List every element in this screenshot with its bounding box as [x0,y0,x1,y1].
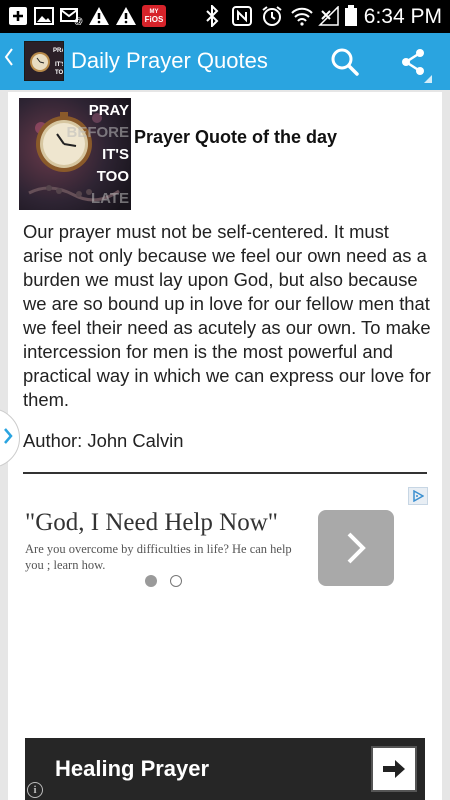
search-icon[interactable] [324,41,366,83]
share-icon[interactable] [392,41,434,83]
plus-icon [8,6,28,26]
carousel-dot-active[interactable] [145,575,157,587]
ad-body[interactable]: Are you overcome by difficulties in life… [25,541,305,573]
email-icon: @ [60,6,84,26]
image-icon [34,6,54,26]
adchoices-icon[interactable] [408,487,428,505]
divider [23,472,427,474]
image-word: LATE [90,190,129,207]
alert-icon [88,6,110,26]
image-word: PRAY [88,102,129,119]
app-logo-icon[interactable]: PRAY IT'S TOO [24,41,64,81]
image-word: BEFORE [66,124,129,141]
no-signal-icon [318,6,340,26]
svg-text:@: @ [74,16,83,25]
quote-image: PRAY BEFORE IT'S TOO LATE [19,98,131,210]
carousel-dot[interactable] [170,575,182,587]
wifi-icon [290,6,314,26]
banner-go-button[interactable] [371,746,417,792]
chevron-right-icon [3,425,13,451]
banner-ad[interactable]: Healing Prayer i [25,738,425,800]
bluetooth-icon [205,5,219,27]
banner-label[interactable]: Healing Prayer [55,756,209,782]
quote-text: Our prayer must not be self-centered. It… [23,221,431,410]
ad-next-button[interactable] [318,510,394,586]
image-word: IT'S [102,146,129,163]
alert-icon [115,6,137,26]
quote-card: PRAY BEFORE IT'S TOO LATE Prayer Quote o… [8,92,442,800]
alarm-icon [261,6,283,26]
info-icon[interactable]: i [27,782,43,798]
svg-text:PRAY: PRAY [53,48,64,54]
status-bar: @ MY FiOS 6:34 PM [0,0,450,33]
fios-app-icon: MY FiOS [142,5,166,27]
app-title: Daily Prayer Quotes [71,48,268,73]
back-chevron-icon[interactable] [4,47,14,73]
svg-text:TOO: TOO [55,70,64,76]
nfc-icon [232,6,252,26]
ad-headline[interactable]: "God, I Need Help Now" [25,509,278,537]
quote-author: Author: John Calvin [23,430,184,451]
image-word: TOO [96,168,129,185]
battery-icon [344,5,358,26]
svg-text:IT'S: IT'S [55,62,64,68]
card-title: Prayer Quote of the day [134,127,338,147]
clock: 6:34 PM [363,5,442,28]
action-bar: PRAY IT'S TOO Daily Prayer Quotes [0,33,450,90]
